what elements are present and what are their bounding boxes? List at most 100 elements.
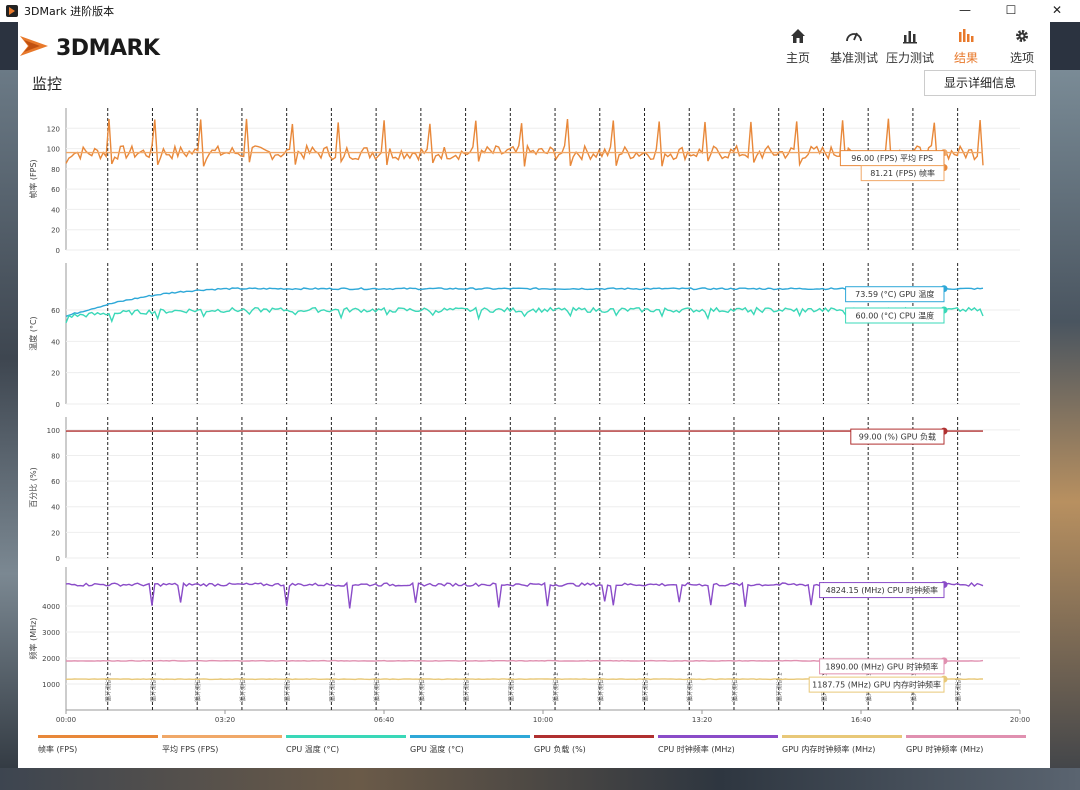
legend-swatch xyxy=(410,735,530,738)
x-tick-label: 10:00 xyxy=(533,716,553,724)
title-bar: 3DMark 进阶版本 — ☐ ✕ xyxy=(0,0,1080,22)
legend-swatch xyxy=(658,735,778,738)
series-value-label: 60.00 (°C) CPU 温度 xyxy=(855,311,934,321)
loop-marker-label: 循环测试 1 xyxy=(328,672,336,702)
minimize-button[interactable]: — xyxy=(942,0,988,22)
legend-label: GPU 负载 (%) xyxy=(534,745,586,754)
nav-home[interactable]: 主页 xyxy=(770,26,826,70)
background-left xyxy=(0,70,18,790)
bar-chart-icon xyxy=(903,31,917,44)
legend-label: GPU 温度 (°C) xyxy=(410,745,464,754)
logo-text: 3DMARK xyxy=(56,36,160,61)
y-tick-label: 0 xyxy=(56,401,60,409)
nav-options[interactable]: 选项 xyxy=(994,26,1050,70)
legend-swatch xyxy=(38,735,158,738)
loop-marker-label: 循环测试 1 xyxy=(284,672,292,702)
legend-swatch xyxy=(286,735,406,738)
loop-marker-label: 循环测试 1 xyxy=(507,672,515,702)
loop-marker-label: 循环测试 1 xyxy=(552,672,560,702)
loop-marker-label: 循环测试 1 xyxy=(731,672,739,702)
y-tick-label: 3000 xyxy=(42,629,60,637)
y-tick-label: 100 xyxy=(47,427,60,435)
nav-results[interactable]: 结果 xyxy=(938,26,994,70)
y-tick-label: 40 xyxy=(51,504,60,512)
legend-item: CPU 时钟频率 (MHz) xyxy=(658,735,782,763)
nav-options-label: 选项 xyxy=(1009,51,1034,65)
background-right xyxy=(1050,70,1080,790)
maximize-button[interactable]: ☐ xyxy=(988,0,1034,22)
legend-item: 帧率 (FPS) xyxy=(38,735,162,763)
y-axis-label: 帧率 (FPS) xyxy=(28,159,38,198)
loop-marker-label: 循环测试 1 xyxy=(463,672,471,702)
loop-marker-label: 循环测试 1 xyxy=(597,672,605,702)
nav-results-label: 结果 xyxy=(953,51,978,65)
nav-benchmarks-label: 基准测试 xyxy=(829,51,878,65)
chart-legend: 帧率 (FPS) 平均 FPS (FPS) CPU 温度 (°C) GPU 温度 (°… xyxy=(38,735,1038,763)
nav-stress-tests-label: 压力测试 xyxy=(885,51,934,65)
series-value-label: 4824.15 (MHz) CPU 时钟频率 xyxy=(826,585,938,595)
series-value-label: 73.59 (°C) GPU 温度 xyxy=(855,289,934,299)
loop-marker-label: 循环测试 1 xyxy=(194,672,202,702)
background-bottom xyxy=(0,768,1080,790)
x-tick-label: 06:40 xyxy=(374,716,394,724)
series-value-label: 1890.00 (MHz) GPU 时钟频率 xyxy=(825,661,938,671)
loop-marker-label: 循环测试 1 xyxy=(105,672,113,702)
gear-icon xyxy=(1016,30,1028,42)
monitoring-charts: 0 20 40 60 80 100 120 帧率 (FPS) 96.00 (FPS) 平均 FP… xyxy=(28,108,1030,724)
y-tick-label: 40 xyxy=(51,338,60,346)
legend-item: 平均 FPS (FPS) xyxy=(162,735,286,763)
x-tick-label: 03:20 xyxy=(215,716,235,724)
nav-home-label: 主页 xyxy=(785,51,810,65)
watermark: 值 什么值得买 xyxy=(910,753,999,769)
loop-marker-label: 循环测试 1 xyxy=(776,672,784,702)
legend-label: CPU 时钟频率 (MHz) xyxy=(658,745,735,754)
loop-marker-label: 循环测试 1 xyxy=(418,672,426,702)
main-nav: 主页 基准测试 压力测试 结果 选项 xyxy=(770,26,1050,70)
app-icon xyxy=(6,5,18,17)
y-tick-label: 2000 xyxy=(42,655,60,663)
y-tick-label: 0 xyxy=(56,247,60,255)
legend-item: GPU 负载 (%) xyxy=(534,735,658,763)
monitoring-panel: 监控 显示详细信息 0 20 40 60 80 100 120 帧率 (FPS) 96.00 (… xyxy=(18,70,1050,768)
y-tick-label: 100 xyxy=(47,146,60,154)
loop-marker-label: 循环测试 1 xyxy=(642,672,650,702)
x-tick-label: 00:00 xyxy=(56,716,76,724)
legend-swatch xyxy=(782,735,902,738)
loop-marker-label: 循环测试 1 xyxy=(149,672,157,702)
close-button[interactable]: ✕ xyxy=(1034,0,1080,22)
legend-item: GPU 温度 (°C) xyxy=(410,735,534,763)
y-tick-label: 20 xyxy=(51,227,60,235)
y-tick-label: 60 xyxy=(51,307,60,315)
nav-benchmarks[interactable]: 基准测试 xyxy=(826,26,882,70)
series-value-label: 99.00 (%) GPU 负载 xyxy=(859,432,936,442)
legend-swatch xyxy=(162,735,282,738)
loop-marker-label: 循环测试 1 xyxy=(955,672,963,702)
y-axis-label: 温度 (°C) xyxy=(28,316,38,350)
y-tick-label: 20 xyxy=(51,529,60,537)
loop-marker-label: 循环测试 1 xyxy=(373,672,381,702)
x-tick-label: 20:00 xyxy=(1010,716,1030,724)
gauge-icon xyxy=(846,32,862,42)
loop-marker-label: 循环测试 1 xyxy=(686,672,694,702)
legend-label: 平均 FPS (FPS) xyxy=(162,745,219,754)
series-value-label: 1187.75 (MHz) GPU 内存时钟频率 xyxy=(812,680,941,690)
window-title: 3DMark 进阶版本 xyxy=(24,5,115,18)
y-tick-label: 60 xyxy=(51,186,60,194)
series-value-label: 96.00 (FPS) 平均 FPS xyxy=(851,153,933,163)
y-tick-label: 80 xyxy=(51,166,60,174)
app-header: 3DMARK 主页 基准测试 压力测试 结果 选项 xyxy=(18,22,1050,70)
home-icon xyxy=(791,29,805,43)
y-tick-label: 40 xyxy=(51,206,60,214)
legend-swatch xyxy=(906,735,1026,738)
logo: 3DMARK xyxy=(18,28,178,64)
y-tick-label: 60 xyxy=(51,478,60,486)
legend-label: CPU 温度 (°C) xyxy=(286,745,340,754)
results-icon xyxy=(959,29,974,42)
nav-stress-tests[interactable]: 压力测试 xyxy=(882,26,938,70)
legend-label: GPU 内存时钟频率 (MHz) xyxy=(782,745,876,754)
y-tick-label: 4000 xyxy=(42,603,60,611)
x-tick-label: 16:40 xyxy=(851,716,871,724)
y-tick-label: 120 xyxy=(47,125,60,133)
legend-item: CPU 温度 (°C) xyxy=(286,735,410,763)
loop-marker-label: 循环测试 1 xyxy=(239,672,247,702)
